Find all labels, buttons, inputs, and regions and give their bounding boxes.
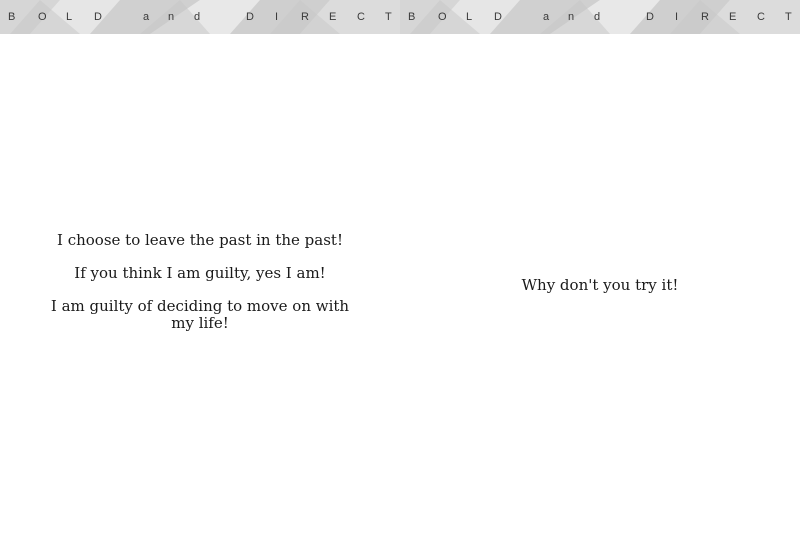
- header-letter: E: [329, 11, 337, 23]
- quote-line: I choose to leave the past in the past!: [57, 231, 343, 249]
- quote-line: I am guilty of deciding to move on with …: [50, 297, 350, 332]
- header-letter: B: [8, 11, 16, 23]
- header-letter: D: [646, 11, 654, 23]
- header-letter: n: [568, 11, 575, 23]
- header-letter: O: [438, 11, 447, 23]
- right-page: B O L D a n d D I R E C T Why don't you …: [400, 0, 800, 560]
- header-letter: E: [729, 11, 737, 23]
- left-page: B O L D a n d D I R E C T I choose to le…: [0, 0, 400, 560]
- header-letter: I: [675, 11, 679, 23]
- header-letter: a: [543, 11, 550, 23]
- header-letter: C: [357, 11, 365, 23]
- header-letter: R: [701, 11, 709, 23]
- book-spread: B O L D a n d D I R E C T I choose to le…: [0, 0, 800, 560]
- header-letter: n: [168, 11, 175, 23]
- header-band: B O L D a n d D I R E C T: [0, 0, 400, 34]
- header-letter: O: [38, 11, 47, 23]
- header-band: B O L D a n d D I R E C T: [400, 0, 800, 34]
- right-quote-block: Why don't you try it!: [448, 277, 752, 294]
- header-letter: T: [385, 11, 392, 23]
- quote-line: If you think I am guilty, yes I am!: [74, 264, 326, 282]
- header-letter: R: [301, 11, 309, 23]
- header-letter: C: [757, 11, 765, 23]
- quote-line: Why don't you try it!: [521, 276, 679, 294]
- header-letter: B: [408, 11, 416, 23]
- header-letter: D: [94, 11, 102, 23]
- header-letter: L: [66, 11, 73, 23]
- header-letter: L: [466, 11, 473, 23]
- header-letter: d: [194, 11, 201, 23]
- header-letter: I: [275, 11, 279, 23]
- header-letter: d: [594, 11, 601, 23]
- header-title: B O L D a n d D I R E C T: [400, 0, 800, 34]
- header-letter: T: [785, 11, 792, 23]
- header-letter: D: [494, 11, 502, 23]
- header-letter: D: [246, 11, 254, 23]
- header-letter: a: [143, 11, 150, 23]
- header-title: B O L D a n d D I R E C T: [0, 0, 400, 34]
- left-quote-block: I choose to leave the past in the past! …: [48, 232, 352, 332]
